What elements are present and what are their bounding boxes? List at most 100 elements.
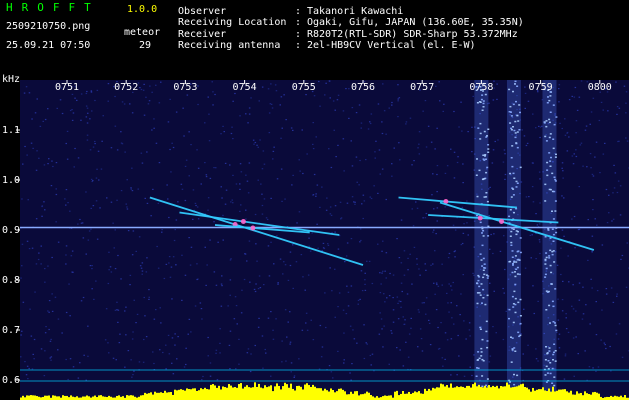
histogram-bar bbox=[614, 395, 616, 400]
noise-speckle bbox=[189, 264, 192, 266]
noise-speckle bbox=[572, 337, 575, 339]
interference-speckle bbox=[478, 357, 481, 360]
noise-speckle bbox=[245, 174, 247, 176]
noise-speckle bbox=[616, 106, 619, 108]
noise-speckle bbox=[22, 163, 24, 165]
meteor-head-3 bbox=[250, 225, 256, 231]
interference-speckle bbox=[554, 180, 557, 182]
noise-speckle bbox=[61, 332, 63, 334]
noise-speckle bbox=[258, 317, 260, 319]
noise-speckle bbox=[302, 276, 304, 278]
histogram-bar bbox=[154, 391, 156, 400]
noise-speckle bbox=[143, 114, 146, 116]
interference-speckle bbox=[518, 129, 521, 131]
noise-speckle bbox=[258, 275, 261, 277]
interference-speckle bbox=[510, 115, 513, 117]
noise-speckle bbox=[196, 278, 198, 281]
interference-speckle bbox=[485, 320, 488, 323]
x-tick-label: 0755 bbox=[292, 82, 316, 93]
histogram-bar bbox=[148, 393, 150, 400]
histogram-bar bbox=[458, 387, 460, 400]
noise-speckle bbox=[132, 230, 135, 232]
noise-speckle bbox=[65, 142, 67, 145]
noise-speckle bbox=[48, 311, 50, 313]
interference-speckle bbox=[476, 158, 478, 160]
histogram-bar bbox=[46, 395, 48, 400]
interference-speckle bbox=[548, 136, 551, 139]
noise-speckle bbox=[126, 179, 128, 181]
noise-speckle bbox=[315, 193, 317, 195]
histogram-bar bbox=[278, 385, 280, 400]
noise-speckle bbox=[38, 252, 40, 254]
noise-speckle bbox=[289, 251, 292, 253]
noise-speckle bbox=[609, 345, 611, 348]
noise-speckle bbox=[345, 255, 348, 257]
noise-speckle bbox=[82, 296, 85, 299]
interference-speckle bbox=[513, 129, 516, 132]
noise-speckle bbox=[375, 140, 377, 142]
noise-speckle bbox=[86, 107, 89, 109]
noise-speckle bbox=[175, 264, 177, 266]
noise-speckle bbox=[153, 118, 155, 120]
interference-speckle bbox=[511, 165, 514, 168]
noise-speckle bbox=[247, 348, 250, 350]
interference-speckle bbox=[552, 233, 555, 236]
noise-speckle bbox=[89, 118, 91, 120]
interference-speckle bbox=[517, 250, 520, 252]
noise-speckle bbox=[537, 300, 539, 302]
noise-speckle bbox=[133, 299, 135, 301]
noise-speckle bbox=[143, 296, 145, 299]
noise-speckle bbox=[617, 180, 620, 182]
noise-speckle bbox=[21, 243, 24, 245]
noise-speckle bbox=[567, 255, 569, 257]
noise-speckle bbox=[270, 241, 272, 243]
noise-speckle bbox=[351, 363, 353, 365]
interference-speckle bbox=[510, 111, 512, 113]
histogram-bar bbox=[282, 386, 284, 400]
interference-speckle bbox=[511, 295, 514, 298]
interference-speckle bbox=[477, 279, 480, 282]
histogram-bar bbox=[308, 385, 310, 400]
interference-speckle bbox=[548, 99, 551, 102]
noise-speckle bbox=[247, 122, 249, 124]
noise-speckle bbox=[598, 119, 601, 122]
noise-speckle bbox=[148, 289, 150, 291]
noise-speckle bbox=[252, 139, 255, 141]
noise-speckle bbox=[168, 353, 171, 355]
noise-speckle bbox=[537, 360, 539, 362]
noise-speckle bbox=[497, 139, 499, 141]
noise-speckle bbox=[40, 245, 42, 247]
noise-speckle bbox=[359, 298, 361, 300]
histogram-bar bbox=[562, 389, 564, 400]
noise-speckle bbox=[290, 371, 292, 373]
interference-speckle bbox=[555, 153, 557, 156]
noise-speckle bbox=[489, 355, 492, 357]
noise-speckle bbox=[174, 229, 176, 231]
interference-speckle bbox=[515, 186, 518, 188]
noise-speckle bbox=[613, 164, 615, 166]
interference-speckle bbox=[545, 140, 548, 142]
noise-speckle bbox=[28, 367, 30, 370]
noise-speckle bbox=[440, 322, 442, 324]
histogram-bar bbox=[418, 391, 420, 400]
noise-speckle bbox=[255, 243, 257, 245]
noise-speckle bbox=[370, 197, 373, 200]
noise-speckle bbox=[334, 205, 337, 207]
noise-speckle bbox=[339, 201, 342, 203]
interference-speckle bbox=[509, 105, 512, 108]
noise-speckle bbox=[232, 202, 234, 204]
noise-speckle bbox=[114, 95, 116, 98]
interference-speckle bbox=[486, 277, 489, 279]
histogram-bar bbox=[594, 391, 596, 400]
noise-speckle bbox=[572, 284, 574, 286]
interference-speckle bbox=[482, 235, 485, 237]
noise-speckle bbox=[245, 218, 247, 220]
noise-speckle bbox=[424, 263, 426, 265]
noise-speckle bbox=[109, 266, 112, 268]
histogram-bar bbox=[166, 392, 168, 400]
histogram-bar bbox=[532, 387, 534, 400]
noise-speckle bbox=[248, 162, 251, 164]
noise-speckle bbox=[205, 176, 208, 178]
noise-speckle bbox=[461, 242, 464, 245]
noise-speckle bbox=[165, 344, 167, 346]
